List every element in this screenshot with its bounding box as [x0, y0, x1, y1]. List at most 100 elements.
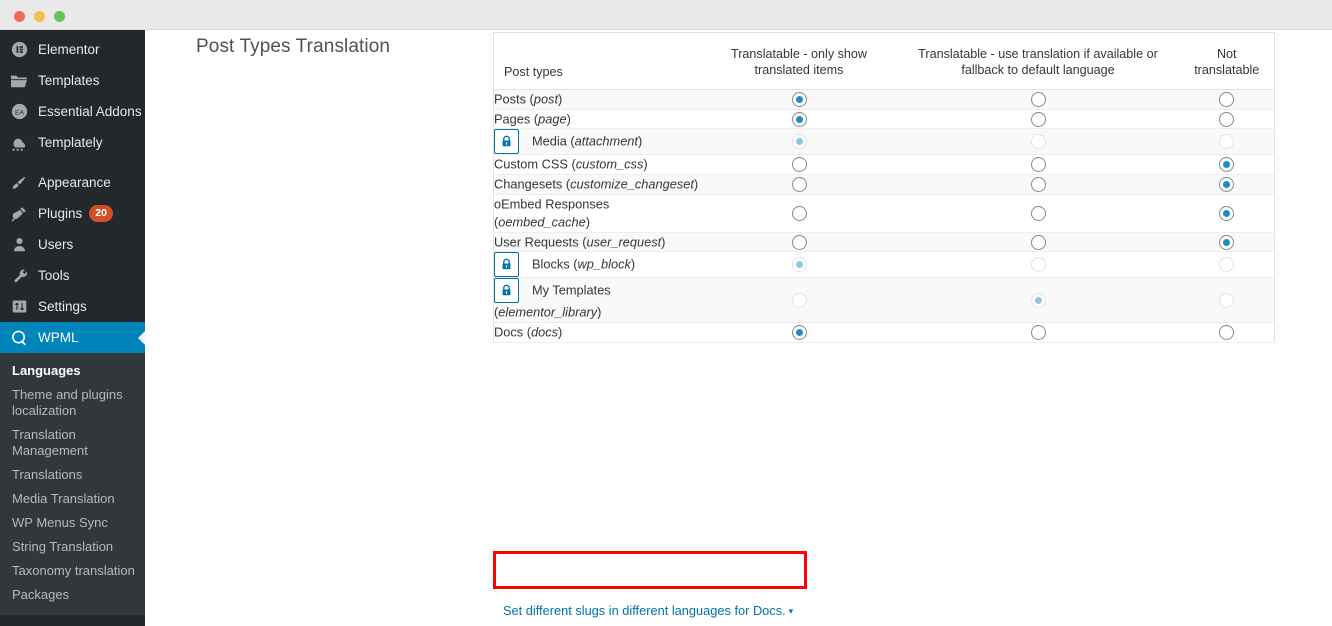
set-different-slugs-link[interactable]: Set different slugs in different languag… [503, 603, 793, 618]
post-type-option-cell [702, 174, 897, 194]
sidebar-item-templates[interactable]: Templates [0, 65, 145, 96]
maximize-window-button[interactable] [54, 11, 65, 22]
sidebar-item-wpml[interactable]: WPML [0, 322, 145, 353]
sidebar-item-essential-addons[interactable]: EA Essential Addons [0, 96, 145, 127]
radio-option-0[interactable] [792, 325, 807, 340]
sidebar-item-plugins[interactable]: Plugins 20 [0, 198, 145, 229]
radio-option-1[interactable] [1031, 157, 1046, 172]
window-titlebar [0, 0, 1332, 30]
submenu-item-theme-localization[interactable]: Theme and plugins localization [0, 383, 145, 423]
sidebar-item-label: Essential Addons [38, 104, 142, 119]
docs-row-highlight-box [493, 551, 807, 589]
page-title: Post Types Translation [196, 36, 390, 58]
radio-option-0 [792, 257, 807, 272]
radio-option-0[interactable] [792, 177, 807, 192]
post-type-option-cell [897, 232, 1180, 252]
table-row: oEmbed Responses (oembed_cache) [494, 194, 1275, 232]
post-type-option-cell [897, 109, 1180, 129]
radio-option-2 [1219, 257, 1234, 272]
submenu-item-string-translation[interactable]: String Translation [0, 535, 145, 559]
sidebar-item-label: Templates [38, 73, 100, 88]
radio-option-2[interactable] [1219, 206, 1234, 221]
post-type-label: Posts (post) [494, 92, 562, 107]
table-row: Media (attachment) [494, 129, 1275, 155]
post-type-label: Pages (page) [494, 111, 571, 126]
post-type-option-cell [897, 278, 1180, 323]
svg-text:EA: EA [14, 109, 24, 116]
post-type-name-cell: My Templates (elementor_library) [494, 278, 702, 323]
plugins-update-badge: 20 [89, 205, 113, 222]
submenu-item-taxonomy-translation[interactable]: Taxonomy translation [0, 559, 145, 583]
post-type-option-cell [702, 155, 897, 175]
submenu-item-packages[interactable]: Packages [0, 583, 145, 607]
radio-option-0[interactable] [792, 235, 807, 250]
table-body: Posts (post) Pages (page) Media (attachmen… [494, 90, 1275, 343]
sidebar-item-elementor[interactable]: Elementor [0, 34, 145, 65]
paintbrush-icon [9, 173, 29, 193]
sidebar-item-appearance[interactable]: Appearance [0, 167, 145, 198]
radio-option-2[interactable] [1219, 112, 1234, 127]
post-type-name-cell: Custom CSS (custom_css) [494, 155, 702, 175]
radio-option-0 [792, 134, 807, 149]
sidebar-item-label: Tools [38, 268, 70, 283]
post-type-option-cell [897, 252, 1180, 278]
post-type-label: Docs (docs) [494, 325, 562, 340]
submenu-item-wp-menus-sync[interactable]: WP Menus Sync [0, 511, 145, 535]
radio-option-0[interactable] [792, 112, 807, 127]
radio-option-2[interactable] [1219, 235, 1234, 250]
table-row: Pages (page) [494, 109, 1275, 129]
radio-option-2[interactable] [1219, 92, 1234, 107]
radio-option-2[interactable] [1219, 325, 1234, 340]
post-type-option-cell [702, 129, 897, 155]
sidebar-item-settings[interactable]: Settings [0, 291, 145, 322]
radio-option-1[interactable] [1031, 92, 1046, 107]
submenu-item-translations[interactable]: Translations [0, 463, 145, 487]
sidebar-item-users[interactable]: Users [0, 229, 145, 260]
post-type-option-cell [702, 278, 897, 323]
submenu-item-media-translation[interactable]: Media Translation [0, 487, 145, 511]
post-type-option-cell [1180, 174, 1275, 194]
radio-option-2[interactable] [1219, 177, 1234, 192]
sidebar-item-label: Users [38, 237, 73, 252]
slug-link-label: Set different slugs in different languag… [503, 603, 786, 618]
post-type-label: Media (attachment) [532, 134, 642, 149]
post-type-label: Blocks (wp_block) [532, 257, 635, 272]
radio-option-1[interactable] [1031, 177, 1046, 192]
lock-icon [494, 129, 519, 154]
submenu-item-translation-management[interactable]: Translation Management [0, 423, 145, 463]
radio-option-1[interactable] [1031, 206, 1046, 221]
radio-option-1[interactable] [1031, 325, 1046, 340]
main-content: Post Types Translation Post types Transl… [145, 30, 1332, 626]
table-row: Blocks (wp_block) [494, 252, 1275, 278]
table-row: Custom CSS (custom_css) [494, 155, 1275, 175]
post-type-name-cell: Pages (page) [494, 109, 702, 129]
post-type-option-cell [1180, 194, 1275, 232]
table-row: Changesets (customize_changeset) [494, 174, 1275, 194]
wrench-icon [9, 266, 29, 286]
radio-option-0[interactable] [792, 157, 807, 172]
post-type-option-cell [702, 90, 897, 110]
sidebar-item-tools[interactable]: Tools [0, 260, 145, 291]
wpml-icon [9, 328, 29, 348]
post-type-name-cell: Docs (docs) [494, 323, 702, 343]
sliders-icon [9, 297, 29, 317]
lock-icon [494, 278, 519, 303]
close-window-button[interactable] [14, 11, 25, 22]
radio-option-0[interactable] [792, 206, 807, 221]
post-types-table-wrapper: Post types Translatable - only show tran… [493, 32, 1274, 343]
radio-option-2[interactable] [1219, 157, 1234, 172]
radio-option-0[interactable] [792, 92, 807, 107]
radio-option-1[interactable] [1031, 112, 1046, 127]
sidebar-item-templately[interactable]: Templately [0, 127, 145, 158]
chevron-down-icon: ▾ [789, 606, 794, 616]
elementor-icon [9, 40, 29, 60]
sidebar-separator [0, 158, 145, 167]
post-type-option-cell [897, 90, 1180, 110]
radio-option-1[interactable] [1031, 235, 1046, 250]
sidebar-item-label: Appearance [38, 175, 111, 190]
post-type-name-cell: Media (attachment) [494, 129, 702, 155]
post-type-option-cell [897, 174, 1180, 194]
minimize-window-button[interactable] [34, 11, 45, 22]
submenu-item-languages[interactable]: Languages [0, 359, 145, 383]
post-type-option-cell [702, 194, 897, 232]
